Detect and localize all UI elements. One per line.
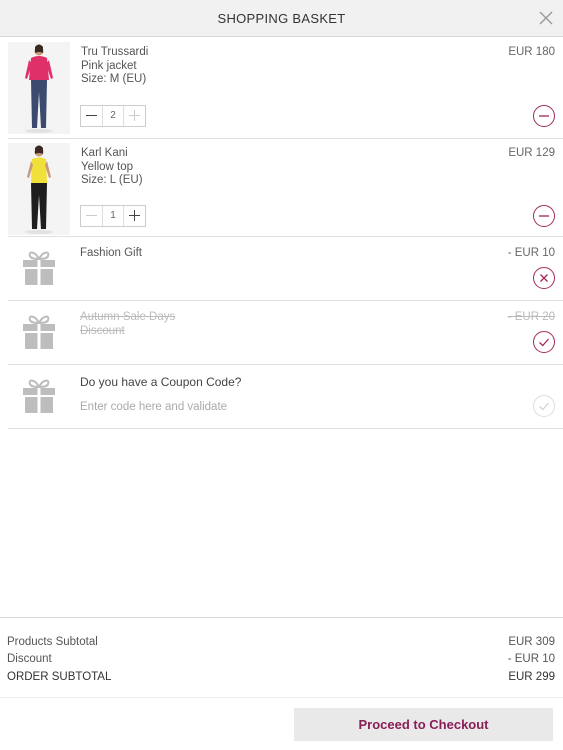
product-size: Size: M (EU) [81, 73, 147, 85]
decrease-quantity-button[interactable] [81, 206, 102, 226]
minus-icon [86, 215, 97, 217]
decrease-quantity-button[interactable] [81, 106, 102, 126]
products-subtotal-label: Products Subtotal [7, 636, 98, 648]
product-brand: Karl Kani [81, 147, 128, 159]
order-subtotal-row: ORDER SUBTOTAL EUR 299 [7, 671, 555, 683]
promotion-subtitle: Discount [80, 324, 125, 337]
promotion-name: Autumn Sale Days [80, 311, 176, 323]
basket-item: Karl Kani Yellow top Size: L (EU) EUR 12… [8, 139, 563, 237]
product-size: Size: L (EU) [81, 174, 143, 186]
increase-quantity-button[interactable] [124, 206, 145, 226]
promotion-amount: - EUR 10 [507, 247, 555, 259]
increase-quantity-button[interactable] [124, 106, 145, 126]
check-circle-icon [539, 402, 549, 411]
close-icon[interactable] [537, 9, 555, 27]
product-name: Pink jacket [81, 59, 137, 72]
quantity-value[interactable]: 1 [102, 206, 124, 226]
product-price: EUR 180 [508, 46, 555, 58]
promotion-row: Fashion Gift - EUR 10 [8, 237, 563, 301]
product-info: Karl Kani Yellow top Size: L (EU) [81, 147, 143, 188]
discount-value: - EUR 10 [507, 653, 555, 665]
discount-label: Discount [7, 653, 52, 665]
remove-item-button[interactable] [533, 105, 555, 127]
product-price: EUR 129 [508, 147, 555, 159]
minus-icon [86, 115, 97, 117]
page-title: SHOPPING BASKET [217, 11, 346, 26]
products-subtotal-value: EUR 309 [508, 636, 555, 648]
gift-icon [22, 377, 56, 415]
apply-promotion-button[interactable] [533, 331, 555, 353]
check-circle-icon [539, 338, 549, 347]
quantity-stepper: 2 [80, 105, 146, 127]
promotion-title: Autumn Sale Days Discount [80, 311, 175, 338]
basket-header: SHOPPING BASKET [0, 0, 563, 37]
validate-coupon-button[interactable] [533, 395, 555, 417]
remove-item-button[interactable] [533, 205, 555, 227]
order-totals: Products Subtotal EUR 309 Discount - EUR… [0, 617, 563, 697]
quantity-stepper: 1 [80, 205, 146, 227]
product-image[interactable] [8, 42, 70, 134]
coupon-question: Do you have a Coupon Code? [80, 375, 242, 389]
coupon-code-input[interactable] [80, 398, 380, 416]
gift-icon [22, 313, 56, 351]
product-image[interactable] [8, 143, 70, 235]
order-subtotal-value: EUR 299 [508, 671, 555, 683]
minus-circle-icon [539, 215, 549, 217]
product-brand: Tru Trussardi [81, 46, 149, 58]
close-circle-icon [540, 274, 548, 282]
gift-icon [22, 249, 56, 287]
minus-circle-icon [539, 115, 549, 117]
promotion-row: Autumn Sale Days Discount - EUR 20 [8, 301, 563, 365]
products-subtotal-row: Products Subtotal EUR 309 [7, 636, 555, 648]
product-info: Tru Trussardi Pink jacket Size: M (EU) [81, 46, 148, 87]
basket-item: Tru Trussardi Pink jacket Size: M (EU) E… [8, 38, 563, 139]
promotion-title: Fashion Gift [80, 247, 142, 259]
proceed-to-checkout-button[interactable]: Proceed to Checkout [294, 708, 553, 741]
basket-footer: Proceed to Checkout [0, 697, 563, 750]
promotion-amount: - EUR 20 [507, 311, 555, 323]
remove-promotion-button[interactable] [533, 267, 555, 289]
product-name: Yellow top [81, 160, 134, 173]
coupon-row: Do you have a Coupon Code? [8, 365, 563, 429]
quantity-value[interactable]: 2 [102, 106, 124, 126]
discount-row: Discount - EUR 10 [7, 653, 555, 665]
order-subtotal-label: ORDER SUBTOTAL [7, 671, 112, 683]
